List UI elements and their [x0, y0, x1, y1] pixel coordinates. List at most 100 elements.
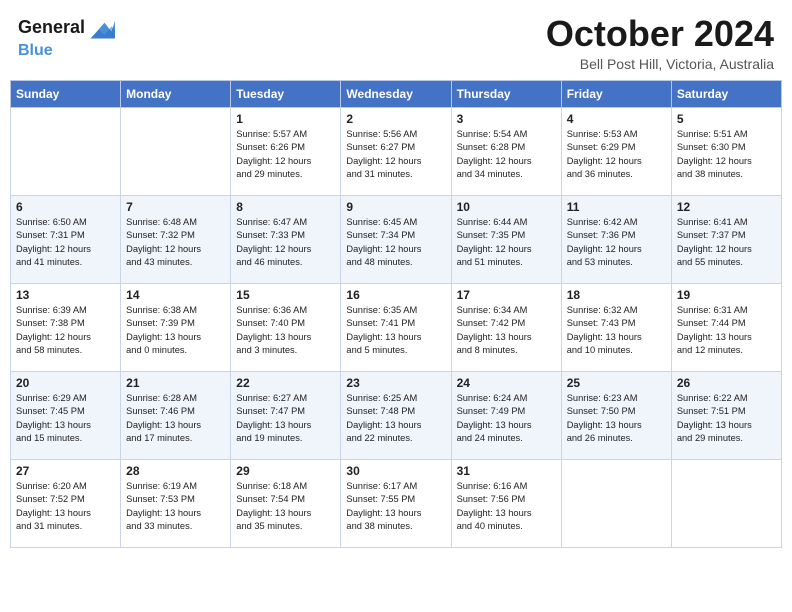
logo-subtext: Blue [18, 42, 53, 59]
day-number: 17 [457, 288, 556, 302]
calendar-week-2: 6 Sunrise: 6:50 AMSunset: 7:31 PMDaylight… [11, 195, 782, 283]
calendar-cell: 29 Sunrise: 6:18 AMSunset: 7:54 PMDayligh… [231, 459, 341, 547]
day-info: Sunrise: 6:28 AMSunset: 7:46 PMDaylight:… [126, 392, 225, 446]
day-info: Sunrise: 6:50 AMSunset: 7:31 PMDaylight:… [16, 216, 115, 270]
calendar-week-3: 13 Sunrise: 6:39 AMSunset: 7:38 PMDayligh… [11, 283, 782, 371]
day-number: 11 [567, 200, 666, 214]
day-info: Sunrise: 6:36 AMSunset: 7:40 PMDaylight:… [236, 304, 335, 358]
location-subtitle: Bell Post Hill, Victoria, Australia [546, 56, 774, 72]
calendar-week-1: 1 Sunrise: 5:57 AMSunset: 6:26 PMDaylight… [11, 107, 782, 195]
day-number: 18 [567, 288, 666, 302]
day-number: 15 [236, 288, 335, 302]
day-number: 29 [236, 464, 335, 478]
day-info: Sunrise: 5:53 AMSunset: 6:29 PMDaylight:… [567, 128, 666, 182]
day-number: 22 [236, 376, 335, 390]
day-info: Sunrise: 6:18 AMSunset: 7:54 PMDaylight:… [236, 480, 335, 534]
day-info: Sunrise: 5:57 AMSunset: 6:26 PMDaylight:… [236, 128, 335, 182]
title-block: October 2024 Bell Post Hill, Victoria, A… [546, 14, 774, 72]
day-info: Sunrise: 6:35 AMSunset: 7:41 PMDaylight:… [346, 304, 445, 358]
day-info: Sunrise: 6:23 AMSunset: 7:50 PMDaylight:… [567, 392, 666, 446]
calendar-cell: 23Sunrise: 6:25 AMSunset: 7:48 PMDayligh… [341, 371, 451, 459]
day-number: 27 [16, 464, 115, 478]
day-info: Sunrise: 6:48 AMSunset: 7:32 PMDaylight:… [126, 216, 225, 270]
day-info: Sunrise: 5:54 AMSunset: 6:28 PMDaylight:… [457, 128, 556, 182]
logo-text: General [18, 18, 85, 38]
calendar-cell: 9 Sunrise: 6:45 AMSunset: 7:34 PMDaylight… [341, 195, 451, 283]
calendar-cell: 5 Sunrise: 5:51 AMSunset: 6:30 PMDaylight… [671, 107, 781, 195]
day-info: Sunrise: 6:31 AMSunset: 7:44 PMDaylight:… [677, 304, 776, 358]
day-info: Sunrise: 6:38 AMSunset: 7:39 PMDaylight:… [126, 304, 225, 358]
day-number: 9 [346, 200, 445, 214]
calendar-cell: 13 Sunrise: 6:39 AMSunset: 7:38 PMDayligh… [11, 283, 121, 371]
col-saturday: Saturday [671, 80, 781, 107]
page: General Blue October 2024 Bell Post Hill… [0, 0, 792, 612]
calendar-cell [561, 459, 671, 547]
day-number: 20 [16, 376, 115, 390]
day-number: 25 [567, 376, 666, 390]
day-number: 26 [677, 376, 776, 390]
day-number: 6 [16, 200, 115, 214]
day-number: 13 [16, 288, 115, 302]
calendar-cell: 14Sunrise: 6:38 AMSunset: 7:39 PMDayligh… [121, 283, 231, 371]
calendar-wrap: Sunday Monday Tuesday Wednesday Thursday… [0, 80, 792, 558]
day-info: Sunrise: 6:29 AMSunset: 7:45 PMDaylight:… [16, 392, 115, 446]
calendar-cell: 3 Sunrise: 5:54 AMSunset: 6:28 PMDaylight… [451, 107, 561, 195]
day-info: Sunrise: 5:56 AMSunset: 6:27 PMDaylight:… [346, 128, 445, 182]
calendar-cell: 28 Sunrise: 6:19 AMSunset: 7:53 PMDayligh… [121, 459, 231, 547]
day-number: 10 [457, 200, 556, 214]
logo-icon [87, 14, 115, 42]
day-number: 12 [677, 200, 776, 214]
calendar-body: 1 Sunrise: 5:57 AMSunset: 6:26 PMDaylight… [11, 107, 782, 547]
day-number: 28 [126, 464, 225, 478]
calendar-cell: 12Sunrise: 6:41 AMSunset: 7:37 PMDayligh… [671, 195, 781, 283]
day-number: 19 [677, 288, 776, 302]
calendar-cell: 4 Sunrise: 5:53 AMSunset: 6:29 PMDaylight… [561, 107, 671, 195]
col-thursday: Thursday [451, 80, 561, 107]
day-info: Sunrise: 6:42 AMSunset: 7:36 PMDaylight:… [567, 216, 666, 270]
day-info: Sunrise: 6:20 AMSunset: 7:52 PMDaylight:… [16, 480, 115, 534]
col-friday: Friday [561, 80, 671, 107]
calendar-week-5: 27 Sunrise: 6:20 AMSunset: 7:52 PMDayligh… [11, 459, 782, 547]
day-number: 21 [126, 376, 225, 390]
day-info: Sunrise: 6:16 AMSunset: 7:56 PMDaylight:… [457, 480, 556, 534]
day-info: Sunrise: 6:45 AMSunset: 7:34 PMDaylight:… [346, 216, 445, 270]
header: General Blue October 2024 Bell Post Hill… [0, 0, 792, 80]
calendar-cell: 30Sunrise: 6:17 AMSunset: 7:55 PMDayligh… [341, 459, 451, 547]
calendar-cell [11, 107, 121, 195]
calendar-cell: 11 Sunrise: 6:42 AMSunset: 7:36 PMDayligh… [561, 195, 671, 283]
calendar-cell: 1 Sunrise: 5:57 AMSunset: 6:26 PMDaylight… [231, 107, 341, 195]
calendar-cell: 17Sunrise: 6:34 AMSunset: 7:42 PMDayligh… [451, 283, 561, 371]
col-tuesday: Tuesday [231, 80, 341, 107]
calendar-cell: 15 Sunrise: 6:36 AMSunset: 7:40 PMDayligh… [231, 283, 341, 371]
calendar-cell: 7 Sunrise: 6:48 AMSunset: 7:32 PMDaylight… [121, 195, 231, 283]
day-info: Sunrise: 6:27 AMSunset: 7:47 PMDaylight:… [236, 392, 335, 446]
day-number: 5 [677, 112, 776, 126]
calendar-cell: 20 Sunrise: 6:29 AMSunset: 7:45 PMDayligh… [11, 371, 121, 459]
calendar-cell [671, 459, 781, 547]
calendar-cell: 18Sunrise: 6:32 AMSunset: 7:43 PMDayligh… [561, 283, 671, 371]
month-title: October 2024 [546, 14, 774, 54]
header-row: Sunday Monday Tuesday Wednesday Thursday… [11, 80, 782, 107]
day-number: 3 [457, 112, 556, 126]
calendar-cell: 24Sunrise: 6:24 AMSunset: 7:49 PMDayligh… [451, 371, 561, 459]
calendar-cell: 8Sunrise: 6:47 AMSunset: 7:33 PMDaylight… [231, 195, 341, 283]
col-wednesday: Wednesday [341, 80, 451, 107]
day-number: 30 [346, 464, 445, 478]
day-number: 23 [346, 376, 445, 390]
day-info: Sunrise: 6:19 AMSunset: 7:53 PMDaylight:… [126, 480, 225, 534]
calendar-cell: 16Sunrise: 6:35 AMSunset: 7:41 PMDayligh… [341, 283, 451, 371]
day-info: Sunrise: 6:39 AMSunset: 7:38 PMDaylight:… [16, 304, 115, 358]
calendar-cell: 26Sunrise: 6:22 AMSunset: 7:51 PMDayligh… [671, 371, 781, 459]
day-number: 7 [126, 200, 225, 214]
day-number: 31 [457, 464, 556, 478]
calendar-cell: 21 Sunrise: 6:28 AMSunset: 7:46 PMDayligh… [121, 371, 231, 459]
calendar-week-4: 20 Sunrise: 6:29 AMSunset: 7:45 PMDayligh… [11, 371, 782, 459]
day-number: 4 [567, 112, 666, 126]
calendar-cell: 22 Sunrise: 6:27 AMSunset: 7:47 PMDayligh… [231, 371, 341, 459]
col-monday: Monday [121, 80, 231, 107]
day-number: 1 [236, 112, 335, 126]
day-info: Sunrise: 5:51 AMSunset: 6:30 PMDaylight:… [677, 128, 776, 182]
col-sunday: Sunday [11, 80, 121, 107]
calendar-table: Sunday Monday Tuesday Wednesday Thursday… [10, 80, 782, 548]
calendar-cell: 10Sunrise: 6:44 AMSunset: 7:35 PMDayligh… [451, 195, 561, 283]
